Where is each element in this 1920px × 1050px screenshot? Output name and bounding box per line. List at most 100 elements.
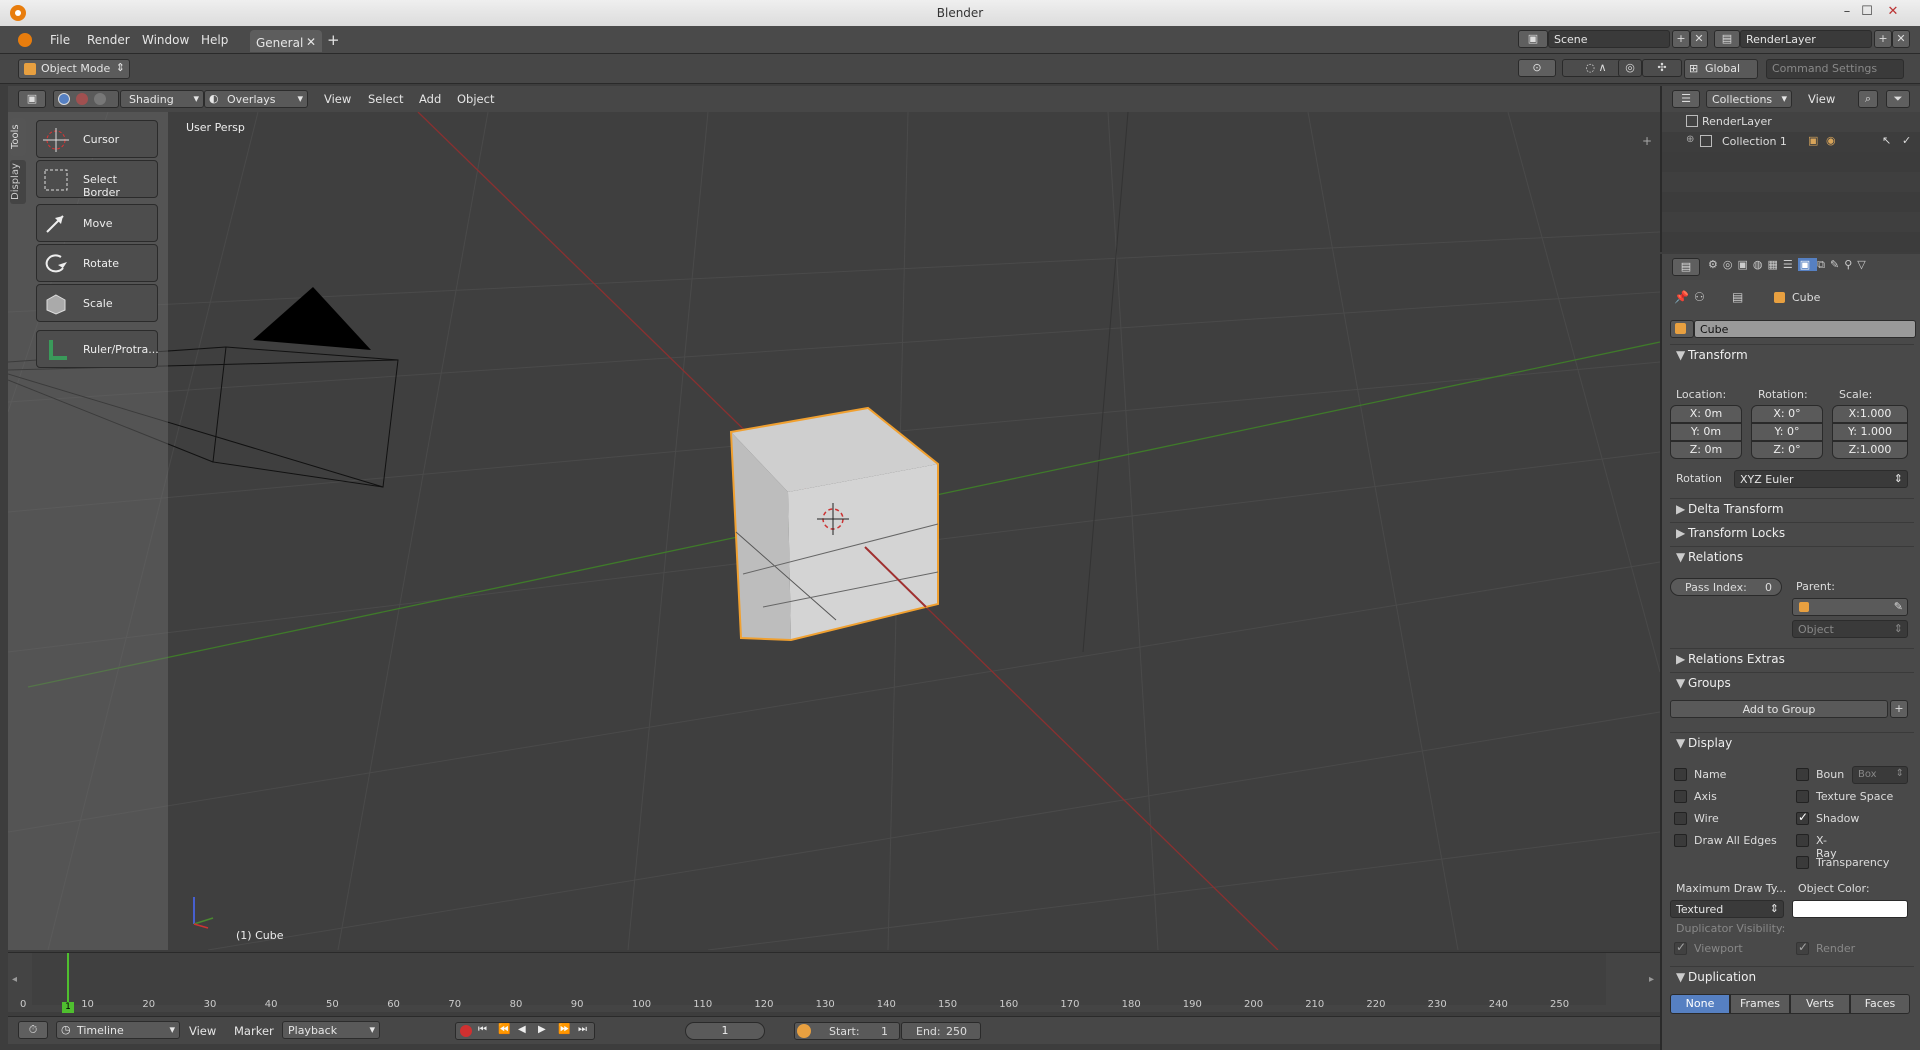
duplication-none-option[interactable]: None	[1670, 994, 1730, 1014]
properties-editor-type-icon[interactable]: ▤	[1672, 258, 1700, 276]
tool-move[interactable]: Move	[36, 204, 158, 242]
parent-type-dropdown[interactable]: Object ⇕	[1792, 620, 1908, 638]
duplication-panel-header[interactable]: ▼ Duplication	[1670, 966, 1914, 986]
playback-controls[interactable]: ⏮ ⏪ ◀ ▶ ⏩ ⏭	[455, 1022, 595, 1040]
renderlayer-remove-icon[interactable]: ✕	[1892, 30, 1910, 48]
jump-end-icon[interactable]: ⏭	[578, 1024, 587, 1035]
rotation-mode-dropdown[interactable]: XYZ Euler ⇕	[1734, 470, 1908, 488]
duplication-verts-option[interactable]: Verts	[1790, 994, 1850, 1014]
blender-menu-icon[interactable]	[18, 33, 32, 47]
bounds-type-dropdown[interactable]: Box ⇕	[1852, 766, 1908, 784]
add-workspace-button[interactable]: +	[327, 31, 340, 49]
use-preview-range-icon[interactable]	[797, 1024, 811, 1038]
menu-view[interactable]: View	[324, 92, 351, 106]
shading-mode-buttons[interactable]	[53, 90, 119, 108]
menu-add[interactable]: Add	[419, 92, 441, 106]
timeline-editor-dropdown[interactable]: ◷ Timeline ▾	[56, 1021, 180, 1039]
current-frame-field[interactable]: 1	[685, 1022, 765, 1040]
close-button[interactable]: ✕	[1882, 3, 1904, 21]
material-shading-icon[interactable]	[76, 93, 88, 105]
timeline-area[interactable]: 1 0 10 20 30 40 50 60 70 80 90 100 110 120 130 140 150 1…	[8, 952, 1660, 1013]
scene-browse-icon[interactable]: ▣	[1518, 30, 1548, 48]
outliner-menu-view[interactable]: View	[1808, 92, 1835, 106]
solid-shading-icon[interactable]	[58, 93, 70, 105]
menu-select[interactable]: Select	[368, 92, 403, 106]
object-color-swatch[interactable]	[1792, 900, 1908, 918]
groups-panel-header[interactable]: ▼ Groups	[1670, 672, 1914, 692]
outliner-row-renderlayer[interactable]: RenderLayer	[1662, 112, 1920, 132]
render-shading-icon[interactable]	[94, 93, 106, 105]
add-to-group-button[interactable]: Add to Group	[1670, 700, 1888, 718]
name-checkbox[interactable]	[1674, 768, 1687, 781]
overlays-dropdown[interactable]: ◐ Overlays ▾	[204, 90, 308, 108]
tool-rotate[interactable]: Rotate	[36, 244, 158, 282]
object-datablock-icon[interactable]	[1670, 320, 1694, 338]
menu-object[interactable]: Object	[457, 92, 494, 106]
dup-viewport-checkbox[interactable]	[1674, 940, 1687, 955]
renderlayer-add-icon[interactable]: +	[1874, 30, 1892, 48]
scene-field[interactable]: Scene	[1548, 30, 1670, 48]
orientation-dropdown[interactable]: ⊞ Global	[1684, 59, 1758, 79]
close-tab-icon[interactable]: ✕	[306, 35, 316, 49]
object-tab-icon[interactable]: ▣	[1797, 258, 1818, 271]
properties-context-tabs[interactable]: ⚙◎▣◍▦☰ ▣ ⧉✎⚲▽	[1708, 258, 1914, 276]
scale-y-field[interactable]: Y: 1.000	[1832, 423, 1908, 441]
scale-x-field[interactable]: X:1.000	[1832, 405, 1908, 423]
bounds-checkbox[interactable]	[1796, 768, 1809, 781]
scroll-left-icon[interactable]: ◂	[12, 974, 17, 985]
maximize-button[interactable]: ☐	[1856, 3, 1878, 21]
menu-render[interactable]: Render	[87, 33, 130, 47]
delta-transform-panel-header[interactable]: ▶ Delta Transform	[1670, 498, 1914, 518]
add-group-icon[interactable]: +	[1890, 700, 1908, 718]
pin-icon[interactable]: 📌	[1674, 290, 1689, 304]
filter-icon[interactable]: ⏷	[1886, 90, 1910, 108]
mode-dropdown[interactable]: Object Mode ⇕	[18, 59, 130, 79]
menu-help[interactable]: Help	[201, 33, 228, 47]
draw-all-edges-checkbox[interactable]	[1674, 834, 1687, 847]
relations-extras-panel-header[interactable]: ▶ Relations Extras	[1670, 648, 1914, 668]
renderlayer-browse-icon[interactable]: ▤	[1714, 30, 1740, 48]
display-mode-dropdown[interactable]: Collections ▾	[1706, 90, 1792, 108]
editor-type-icon[interactable]: ▣	[18, 90, 46, 108]
display-panel-header[interactable]: ▼ Display	[1670, 732, 1914, 752]
tab-display[interactable]: Display	[10, 160, 26, 204]
transform-panel-header[interactable]: ▼ Transform	[1670, 344, 1914, 364]
timeline-editor-type-icon[interactable]: ⏱	[18, 1021, 48, 1039]
menu-marker[interactable]: Marker	[234, 1024, 274, 1038]
transparency-checkbox[interactable]	[1796, 856, 1809, 869]
scene-remove-icon[interactable]: ✕	[1690, 30, 1708, 48]
play-reverse-icon[interactable]: ◀	[518, 1024, 526, 1035]
relations-panel-header[interactable]: ▼ Relations	[1670, 546, 1914, 566]
prev-keyframe-icon[interactable]: ⏪	[498, 1024, 510, 1035]
outliner-editor-type-icon[interactable]: ☰	[1672, 90, 1700, 108]
xray-checkbox[interactable]	[1796, 834, 1809, 847]
tool-scale[interactable]: Scale	[36, 284, 158, 322]
workspace-tab-general[interactable]: General ✕	[250, 30, 322, 52]
max-draw-type-dropdown[interactable]: Textured ⇕	[1670, 900, 1784, 918]
pivot-point-icon[interactable]: ⊙	[1518, 59, 1556, 77]
start-frame-field[interactable]: Start: 1	[794, 1022, 900, 1040]
tab-tools[interactable]: Tools	[10, 118, 26, 156]
object-name-field[interactable]: Cube	[1694, 320, 1916, 338]
expand-sidebar-icon[interactable]: +	[1642, 134, 1652, 148]
tool-select-border[interactable]: Select Border	[36, 160, 158, 199]
location-x-field[interactable]: X: 0m	[1670, 405, 1742, 423]
playback-dropdown[interactable]: Playback ▾	[282, 1021, 380, 1039]
renderlayer-field[interactable]: RenderLayer	[1740, 30, 1872, 48]
minimize-button[interactable]: –	[1836, 3, 1858, 21]
next-keyframe-icon[interactable]: ⏩	[558, 1024, 570, 1035]
record-icon[interactable]	[460, 1025, 472, 1037]
play-icon[interactable]: ▶	[538, 1024, 546, 1035]
jump-start-icon[interactable]: ⏮	[478, 1024, 487, 1035]
duplication-frames-option[interactable]: Frames	[1730, 994, 1790, 1014]
scene-add-icon[interactable]: +	[1672, 30, 1690, 48]
expand-icon[interactable]: ⊕	[1686, 134, 1694, 145]
shadow-checkbox[interactable]	[1796, 810, 1809, 825]
parent-field[interactable]: ✎	[1792, 598, 1908, 616]
outliner-row-collection[interactable]: ⊕ Collection 1 ▣ ◉ ↖ ✓	[1662, 132, 1920, 152]
duplication-faces-option[interactable]: Faces	[1850, 994, 1910, 1014]
search-icon[interactable]: ⌕	[1858, 90, 1878, 108]
cube-object[interactable]	[729, 406, 939, 642]
wire-checkbox[interactable]	[1674, 812, 1687, 825]
timeline-track[interactable]	[32, 953, 1606, 1005]
